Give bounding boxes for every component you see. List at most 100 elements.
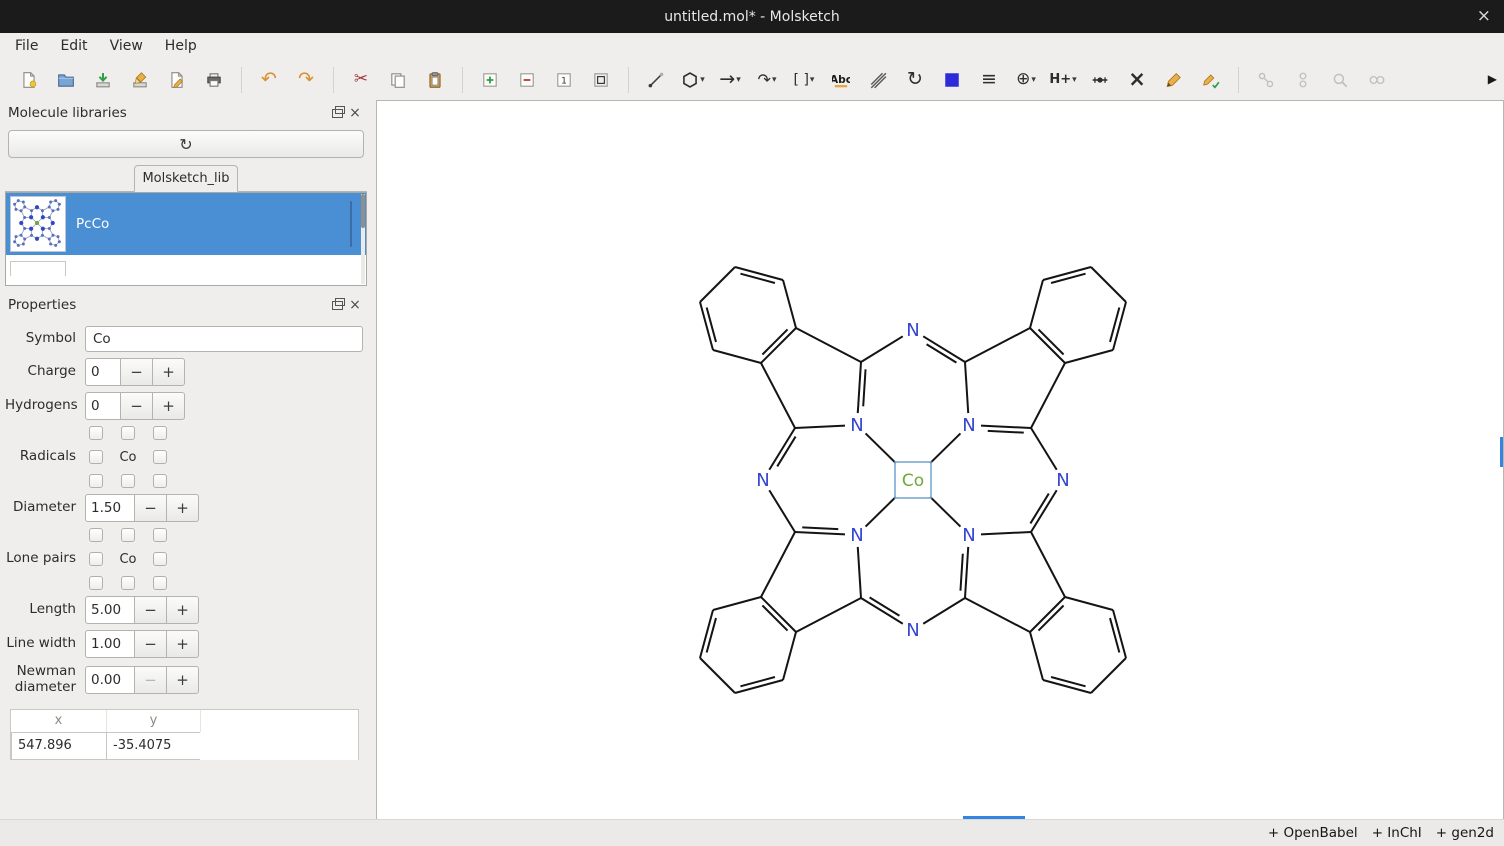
line-width-tool-button[interactable]: ≡ <box>972 65 1006 95</box>
hydrogens-input[interactable] <box>85 392 121 420</box>
curved-arrow-tool-button[interactable]: ↷▾ <box>750 65 784 95</box>
refresh-library-button[interactable]: ↻ <box>8 130 364 158</box>
vertical-scrollbar-thumb[interactable] <box>1500 437 1503 467</box>
float-panel-icon[interactable] <box>328 105 346 121</box>
zoom-reset-button[interactable]: 1 <box>547 65 581 95</box>
paste-button[interactable] <box>418 65 452 95</box>
menu-help[interactable]: Help <box>154 35 208 57</box>
atom-label-n[interactable]: N <box>962 525 975 546</box>
connect-tool-button[interactable] <box>1083 65 1117 95</box>
newman-diameter-increment-button[interactable]: + <box>167 666 199 694</box>
color-picker-button[interactable] <box>935 65 969 95</box>
chevron-down-icon[interactable]: ▾ <box>1072 75 1077 85</box>
radicals-checkbox-6[interactable] <box>89 474 103 488</box>
mechanism-tool-button[interactable] <box>861 65 895 95</box>
toolbar-overflow-button[interactable]: ▶ <box>1488 72 1497 86</box>
chevron-down-icon[interactable]: ▾ <box>700 75 705 85</box>
charge-increment-button[interactable]: + <box>153 358 185 386</box>
atom-label-n[interactable]: N <box>906 320 919 341</box>
coordinate-y-value[interactable]: -35.4075 <box>106 732 201 760</box>
drawing-canvas[interactable]: Co N N N N N N N N <box>376 100 1504 820</box>
line-width-input[interactable] <box>85 630 135 658</box>
hydrogens-decrement-button[interactable]: − <box>121 392 153 420</box>
radicals-checkbox-4[interactable] <box>89 450 103 464</box>
arrow-tool-button[interactable]: →▾ <box>713 65 747 95</box>
diameter-decrement-button[interactable]: − <box>135 494 167 522</box>
draw-bond-tool-button[interactable] <box>639 65 673 95</box>
close-panel-icon[interactable]: × <box>346 105 364 121</box>
radicals-checkbox-8[interactable] <box>153 474 167 488</box>
atom-label-n[interactable]: N <box>1056 470 1069 491</box>
rotate-tool-button[interactable]: ↻ <box>898 65 932 95</box>
library-item-next-partial[interactable] <box>6 261 366 286</box>
redo-button[interactable]: ↷ <box>289 65 323 95</box>
coordinates-table[interactable]: x y 547.896 -35.4075 <box>10 709 359 760</box>
zoom-fit-button[interactable] <box>584 65 618 95</box>
radicals-checkbox-2[interactable] <box>121 426 135 440</box>
ring-tool-button[interactable]: ▾ <box>676 65 710 95</box>
coordinate-x-value[interactable]: 547.896 <box>11 732 107 760</box>
lone-pairs-checkbox-2[interactable] <box>121 528 135 542</box>
diameter-increment-button[interactable]: + <box>167 494 199 522</box>
radicals-checkbox-5[interactable] <box>153 450 167 464</box>
save-file-button[interactable] <box>86 65 120 95</box>
chevron-down-icon[interactable]: ▾ <box>772 75 777 85</box>
chevron-down-icon[interactable]: ▾ <box>1031 75 1036 85</box>
length-increment-button[interactable]: + <box>167 596 199 624</box>
line-width-increment-button[interactable]: + <box>167 630 199 658</box>
radicals-checkbox-7[interactable] <box>121 474 135 488</box>
float-panel-icon[interactable] <box>328 297 346 313</box>
lone-pairs-checkbox-3[interactable] <box>153 528 167 542</box>
annotate-pen-tool-button[interactable] <box>1194 65 1228 95</box>
length-input[interactable] <box>85 596 135 624</box>
open-file-button[interactable] <box>49 65 83 95</box>
delete-tool-button[interactable]: × <box>1120 65 1154 95</box>
close-panel-icon[interactable]: × <box>346 297 364 313</box>
newman-diameter-decrement-button[interactable]: − <box>135 666 167 694</box>
atom-label-n[interactable]: N <box>906 620 919 641</box>
reaction-pen-tool-button[interactable] <box>1157 65 1191 95</box>
library-list[interactable]: PcCo <box>5 192 367 286</box>
newman-diameter-input[interactable] <box>85 666 135 694</box>
symbol-input[interactable] <box>85 326 363 352</box>
diameter-input[interactable] <box>85 494 135 522</box>
lone-pairs-checkbox-5[interactable] <box>153 552 167 566</box>
lone-pairs-checkbox-6[interactable] <box>89 576 103 590</box>
undo-button[interactable]: ↶ <box>252 65 286 95</box>
lone-pairs-checkbox-1[interactable] <box>89 528 103 542</box>
radicals-checkbox-3[interactable] <box>153 426 167 440</box>
export-file-button[interactable] <box>160 65 194 95</box>
hydrogens-increment-button[interactable]: + <box>153 392 185 420</box>
atom-label-n[interactable]: N <box>962 415 975 436</box>
zoom-out-button[interactable] <box>510 65 544 95</box>
cut-button[interactable]: ✂ <box>344 65 378 95</box>
atom-label-n[interactable]: N <box>850 525 863 546</box>
lone-pairs-checkbox-7[interactable] <box>121 576 135 590</box>
chevron-down-icon[interactable]: ▾ <box>736 75 741 85</box>
library-item-pcco[interactable]: PcCo <box>6 193 366 255</box>
length-decrement-button[interactable]: − <box>135 596 167 624</box>
menu-file[interactable]: File <box>4 35 49 57</box>
atom-label-co[interactable]: Co <box>902 471 924 491</box>
charge-tool-button[interactable]: ⊕▾ <box>1009 65 1043 95</box>
copy-button[interactable] <box>381 65 415 95</box>
menu-edit[interactable]: Edit <box>49 35 98 57</box>
print-button[interactable] <box>197 65 231 95</box>
menu-view[interactable]: View <box>99 35 154 57</box>
line-width-decrement-button[interactable]: − <box>135 630 167 658</box>
atom-label-n[interactable]: N <box>756 470 769 491</box>
chevron-down-icon[interactable]: ▾ <box>810 75 815 85</box>
hydrogen-tool-button[interactable]: H+▾ <box>1046 65 1080 95</box>
bracket-tool-button[interactable]: [ ]▾ <box>787 65 821 95</box>
charge-decrement-button[interactable]: − <box>121 358 153 386</box>
lone-pairs-checkbox-8[interactable] <box>153 576 167 590</box>
atom-label-n[interactable]: N <box>850 415 863 436</box>
charge-input[interactable] <box>85 358 121 386</box>
tab-molsketch-lib[interactable]: Molsketch_lib <box>134 165 238 192</box>
radicals-checkbox-1[interactable] <box>89 426 103 440</box>
library-scrollbar-thumb[interactable] <box>361 194 365 228</box>
library-scrollbar[interactable] <box>361 194 365 284</box>
text-tool-button[interactable]: Abc <box>824 65 858 95</box>
molecule-drawing[interactable]: Co N N N N N N N N <box>377 101 1503 819</box>
new-file-button[interactable] <box>12 65 46 95</box>
